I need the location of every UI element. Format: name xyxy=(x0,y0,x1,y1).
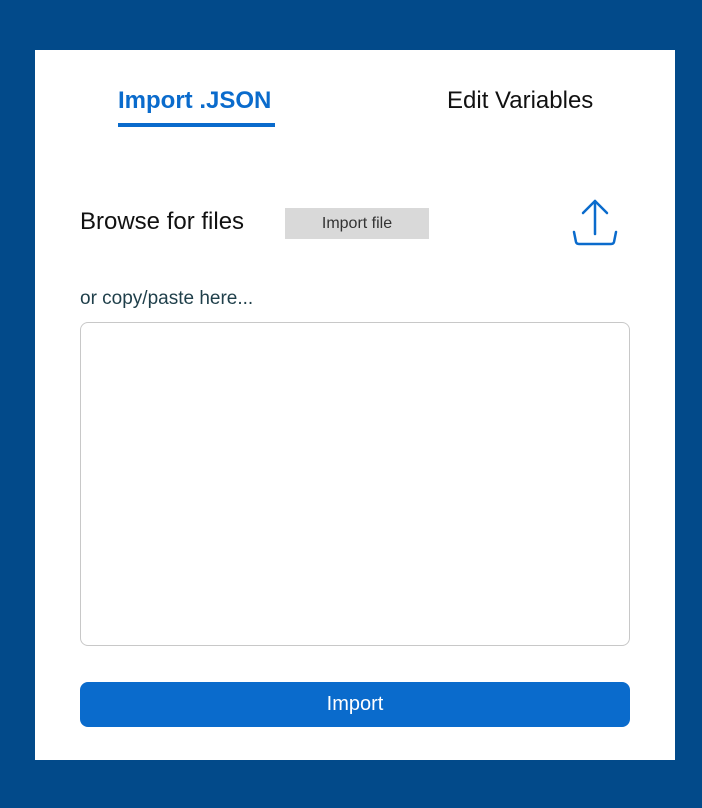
tab-edit-variables[interactable]: Edit Variables xyxy=(447,86,593,116)
tab-import-json[interactable]: Import .JSON xyxy=(118,86,271,116)
json-paste-textarea[interactable] xyxy=(80,322,630,646)
upload-icon[interactable] xyxy=(571,198,619,248)
import-panel: Import .JSON Edit Variables Browse for f… xyxy=(35,50,675,760)
active-tab-indicator xyxy=(118,123,275,127)
import-button[interactable]: Import xyxy=(80,682,630,727)
browse-label: Browse for files xyxy=(80,208,245,235)
import-file-button[interactable]: Import file xyxy=(285,208,429,239)
paste-label: or copy/paste here... xyxy=(80,288,254,309)
